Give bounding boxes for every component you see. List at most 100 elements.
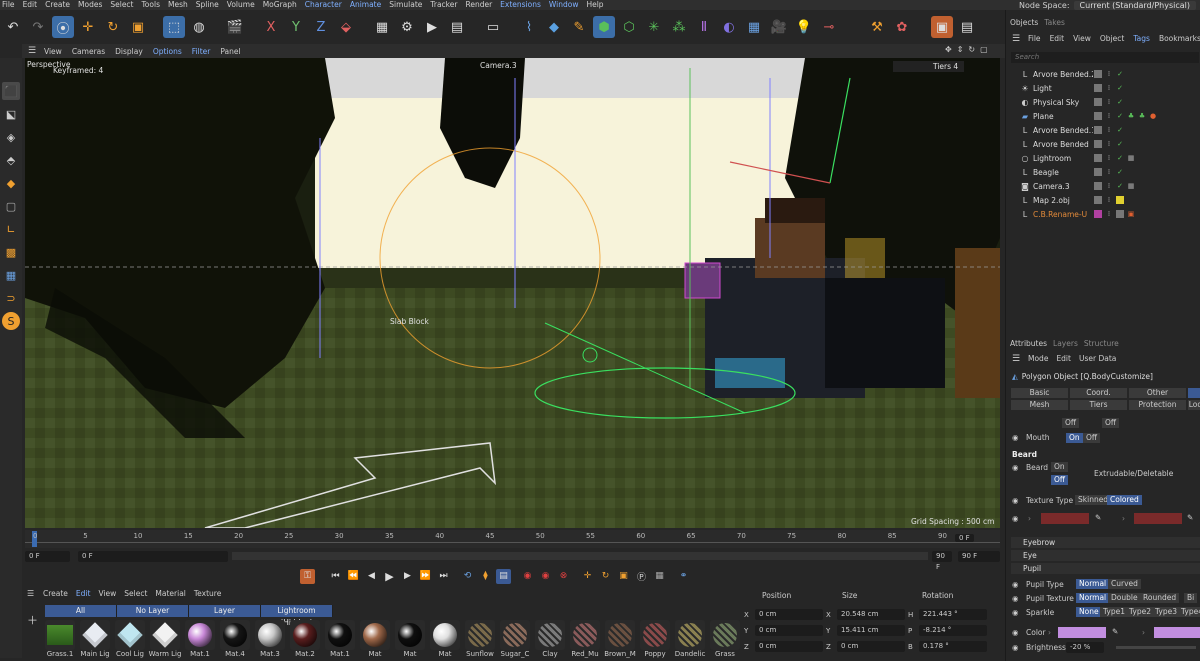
material-menu-edit[interactable]: Edit — [76, 589, 91, 601]
layer-dot-icon[interactable] — [1094, 84, 1102, 92]
beard-anim-icon[interactable]: ◉ — [1012, 463, 1019, 472]
attr-tab-coord[interactable]: Coord. — [1070, 388, 1127, 398]
menu-spline[interactable]: Spline — [196, 0, 219, 10]
color-swatch-1[interactable] — [1058, 627, 1106, 638]
layer-tab[interactable]: No Layer — [117, 605, 189, 617]
tab-layers[interactable]: Layers — [1053, 339, 1078, 348]
color-expand-icon-2[interactable]: › — [1142, 628, 1145, 637]
timeline-ruler[interactable]: 0 5 10 15 20 25 30 35 40 45 50 55 60 65 70 75 80 85 90 — [25, 530, 1000, 548]
points-mode-icon[interactable]: ⬘ — [2, 151, 20, 169]
add-material-icon[interactable]: ＋ — [27, 612, 38, 628]
layer-tab[interactable]: All — [45, 605, 117, 617]
attributes-hamburger-icon[interactable]: ☰ — [1012, 354, 1020, 364]
viewport-menu-cameras[interactable]: Cameras — [72, 47, 105, 56]
visibility-dots-icon[interactable]: ⁞ — [1105, 140, 1113, 148]
brightness-slider[interactable] — [1116, 646, 1196, 649]
rotation-field[interactable]: -8.214 ° — [919, 625, 987, 636]
sparkle-anim-icon[interactable]: ◉ — [1012, 608, 1019, 617]
menu-select[interactable]: Select — [110, 0, 133, 10]
axis-mode-icon[interactable]: ∟ — [2, 220, 20, 238]
layer-dot-icon[interactable] — [1094, 112, 1102, 120]
object-search-input[interactable]: Search — [1011, 52, 1199, 63]
material-swatch[interactable]: Mat.1 — [184, 620, 216, 661]
compositing-tag-icon[interactable]: ▦ — [1127, 182, 1135, 190]
material-swatch[interactable]: Sugar_C — [499, 620, 531, 661]
texture-mode-icon[interactable]: ⬕ — [2, 105, 20, 123]
layer-dot-icon[interactable] — [1094, 140, 1102, 148]
hamburger-icon[interactable]: ☰ — [28, 46, 36, 56]
expand-arrow-icon-2[interactable]: › — [1122, 514, 1125, 523]
sparkle-type2[interactable]: Type2 — [1126, 607, 1154, 617]
z-axis-icon[interactable]: Z — [310, 16, 332, 38]
object-row[interactable]: L Map 2.obj ⁞ — [1006, 193, 1200, 207]
script-icon[interactable]: ⚒ — [866, 16, 888, 38]
viewport-render-icon[interactable]: ▭ — [482, 16, 504, 38]
viewport-menu-panel[interactable]: Panel — [220, 47, 240, 56]
objects-menu-file[interactable]: File — [1028, 34, 1041, 43]
grid-snap-icon[interactable]: ▦ — [2, 266, 20, 284]
layer-dot-icon[interactable] — [1094, 70, 1102, 78]
layer-dot-icon[interactable] — [1094, 168, 1102, 176]
pla-key-icon[interactable]: ▦ — [652, 569, 667, 584]
record-key-icon[interactable]: ⚿ — [300, 568, 315, 584]
object-row[interactable]: ○ Lightroom ⁞ ✓ ▦ — [1006, 151, 1200, 165]
menu-volume[interactable]: Volume — [227, 0, 255, 10]
sparkle-type4[interactable]: Type4 — [1178, 607, 1200, 617]
tab-structure[interactable]: Structure — [1084, 339, 1119, 348]
right-start-field[interactable]: 0 F — [955, 533, 974, 544]
material-swatch[interactable]: Poppy — [639, 620, 671, 661]
material-swatch[interactable]: Warm Lig — [149, 620, 181, 661]
material-swatch[interactable]: Mat — [394, 620, 426, 661]
off-button-2[interactable]: Off — [1102, 418, 1120, 428]
node-space-select[interactable]: Current (Standard/Physical) — [1073, 0, 1196, 10]
end-frame-field[interactable]: 90 F — [932, 550, 952, 571]
viewport-menu-display[interactable]: Display — [115, 47, 143, 56]
y-axis-icon[interactable]: Y — [285, 16, 307, 38]
material-tag-icon[interactable]: ● — [1149, 112, 1157, 120]
redo-icon[interactable]: ↷ — [27, 16, 49, 38]
texture-skinned-button[interactable]: Skinned — [1075, 495, 1112, 505]
field-icon[interactable]: Ⅱ — [693, 16, 715, 38]
menu-animate[interactable]: Animate — [350, 0, 381, 10]
cloner-icon[interactable]: ⬡ — [618, 16, 640, 38]
object-row[interactable]: L Arvore Bended.2 ⁞ ✓ — [1006, 67, 1200, 81]
section-eyebrow[interactable]: Eyebrow — [1011, 537, 1200, 548]
object-row[interactable]: L Beagle ⁞ ✓ — [1006, 165, 1200, 179]
undo-icon[interactable]: ↶ — [2, 16, 24, 38]
go-end-icon[interactable]: ⏭ — [436, 569, 451, 584]
rotation-field[interactable]: 221.443 ° — [919, 609, 987, 620]
render-region-icon[interactable]: ▦ — [371, 16, 393, 38]
attr-tab-tiers[interactable]: Tiers — [1070, 400, 1127, 410]
color-swatch-2[interactable] — [1154, 627, 1200, 638]
spline-pen-icon[interactable]: ⌇ — [518, 16, 540, 38]
layer-dot-icon[interactable] — [1094, 98, 1102, 106]
material-swatch[interactable]: Mat — [429, 620, 461, 661]
plant-tag-icon[interactable]: ♣ — [1127, 112, 1135, 120]
menu-extensions[interactable]: Extensions — [500, 0, 541, 10]
cube-icon[interactable]: ◆ — [543, 16, 565, 38]
menu-character[interactable]: Character — [305, 0, 342, 10]
layer-tab[interactable]: Lightroom (Hidden) — [261, 605, 333, 627]
enabled-check-icon[interactable]: ✓ — [1116, 126, 1124, 134]
edges-mode-icon[interactable]: ◆ — [2, 174, 20, 192]
visibility-dots-icon[interactable]: ⁞ — [1105, 84, 1113, 92]
menu-file[interactable]: File — [2, 0, 15, 10]
objects-menu-view[interactable]: View — [1073, 34, 1091, 43]
expand-arrow-icon[interactable]: › — [1028, 514, 1031, 523]
deformer-icon[interactable]: ✳ — [643, 16, 665, 38]
enabled-check-icon[interactable]: ✓ — [1116, 84, 1124, 92]
layout-icon[interactable]: ▣ — [931, 16, 953, 38]
move-tool-icon[interactable]: ✛ — [77, 16, 99, 38]
tweak-mode-icon[interactable]: ▩ — [2, 243, 20, 261]
go-start-icon[interactable]: ⏮ — [328, 569, 343, 584]
clapper-icon[interactable]: 🎬 — [224, 16, 246, 38]
sparkle-none[interactable]: None — [1076, 607, 1102, 617]
camera-icon[interactable]: 🎥 — [768, 16, 790, 38]
objects-menu-edit[interactable]: Edit — [1050, 34, 1065, 43]
sparkle-type1[interactable]: Type1 — [1100, 607, 1128, 617]
prev-frame-icon[interactable]: ◀ — [364, 569, 379, 584]
param-key-icon[interactable]: Ⓟ — [634, 569, 649, 584]
visibility-dots-icon[interactable]: ⁞ — [1105, 126, 1113, 134]
object-row[interactable]: ▰ Plane ⁞ ✓ ♣ ♣ ● — [1006, 109, 1200, 123]
off-button-1[interactable]: Off — [1062, 418, 1080, 428]
